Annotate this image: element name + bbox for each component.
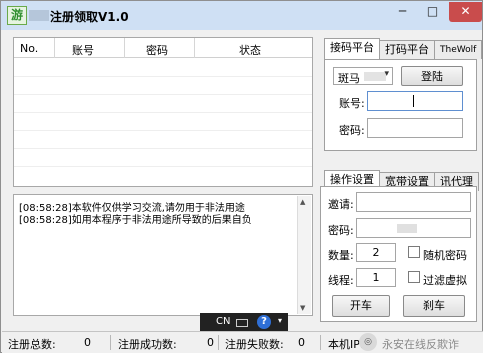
accounts-table[interactable]: No. 账号 密码 状态 (13, 37, 313, 187)
status-divider (110, 335, 111, 350)
col-status[interactable]: 状态 (239, 42, 261, 58)
filter-virtual-label: 过滤虚拟 (423, 274, 467, 287)
ime-lang[interactable]: CN (216, 316, 230, 327)
total-label: 注册总数: (8, 338, 56, 351)
table-row (14, 166, 312, 167)
minimize-icon[interactable]: ─ (389, 2, 416, 22)
keyboard-icon[interactable] (236, 319, 248, 327)
account-label: 账号: (339, 97, 365, 110)
invite-label: 邀请: (328, 198, 354, 211)
table-row (14, 130, 312, 131)
tab-thewolf[interactable]: TheWolf (434, 40, 483, 59)
status-bar: 注册总数: 0 注册成功数: 0 注册失败数: 0 本机IP: ◎ 永安在线反欺… (2, 331, 483, 353)
tab-sms-platform[interactable]: 接码平台 (324, 38, 380, 59)
log-scrollbar[interactable]: ▲ ▼ (297, 196, 311, 314)
settings-password-input[interactable] (356, 218, 471, 238)
provider-redacted (364, 72, 386, 81)
total-value: 0 (84, 336, 91, 349)
close-icon[interactable]: ✕ (449, 2, 482, 22)
platform-password-input[interactable] (367, 118, 463, 138)
login-button[interactable]: 登陆 (401, 66, 463, 86)
platform-panel: 斑马 ▾ 登陆 账号: 密码: (324, 59, 477, 151)
col-divider (54, 38, 55, 58)
ime-menu-icon[interactable]: ▾ (278, 316, 282, 325)
app-icon: 游 (7, 6, 27, 25)
account-input[interactable] (367, 91, 463, 111)
col-no[interactable]: No. (20, 42, 38, 55)
log-box[interactable]: [08:58:28]本软件仅供学习交流,请勿用于非法用途 [08:58:28]如… (13, 194, 313, 316)
password-redacted (397, 224, 417, 233)
provider-value: 斑马 (338, 72, 360, 85)
table-row (14, 76, 312, 77)
window-title: 注册领取V1.0 (50, 10, 129, 24)
success-value: 0 (207, 336, 214, 349)
col-account[interactable]: 账号 (72, 42, 94, 58)
scroll-down-icon[interactable]: ▼ (300, 304, 305, 312)
platform-password-label: 密码: (339, 124, 365, 137)
status-divider (218, 335, 219, 350)
stop-button[interactable]: 刹车 (403, 295, 465, 317)
table-row (14, 148, 312, 149)
filter-virtual-checkbox[interactable] (408, 271, 420, 283)
tab-captcha-platform[interactable]: 打码平台 (379, 40, 435, 59)
fail-label: 注册失败数: (225, 338, 284, 351)
start-button[interactable]: 开车 (332, 295, 390, 317)
settings-panel: 邀请: 密码: 数量: 2 随机密码 线程: 1 过滤虚拟 开车 刹车 (320, 186, 477, 322)
random-password-label: 随机密码 (423, 249, 467, 262)
table-row (14, 112, 312, 113)
col-password[interactable]: 密码 (146, 42, 168, 58)
random-password-checkbox[interactable] (408, 246, 420, 258)
app-window: 游 注册领取V1.0 ─ □ ✕ No. 账号 密码 状态 [08:58:28]… (0, 0, 483, 353)
chevron-down-icon: ▾ (384, 69, 389, 79)
col-divider (194, 38, 195, 58)
watermark-logo-icon: ◎ (359, 333, 377, 351)
settings-password-label: 密码: (328, 224, 354, 237)
invite-input[interactable] (356, 192, 471, 212)
status-divider (320, 335, 321, 350)
watermark-text: 永安在线反欺诈 (382, 338, 459, 351)
threads-input[interactable]: 1 (356, 268, 396, 287)
threads-label: 线程: (328, 274, 354, 287)
title-bar[interactable]: 游 注册领取V1.0 ─ □ ✕ (1, 1, 482, 30)
title-redacted (29, 10, 49, 21)
platform-tabs: 接码平台 打码平台 TheWolf (324, 38, 483, 59)
col-divider (124, 38, 125, 58)
maximize-icon[interactable]: □ (419, 2, 446, 22)
table-header: No. 账号 密码 状态 (14, 38, 312, 58)
provider-select[interactable]: 斑马 ▾ (333, 67, 393, 85)
scroll-up-icon[interactable]: ▲ (300, 198, 305, 206)
ime-toolbar[interactable]: CN ? ▾ (200, 313, 288, 332)
log-line: [08:58:28]如用本程序于非法用途所导致的后果自负 (19, 215, 252, 226)
count-label: 数量: (328, 249, 354, 262)
help-icon[interactable]: ? (257, 315, 271, 329)
count-input[interactable]: 2 (356, 243, 396, 262)
text-cursor (413, 95, 414, 107)
fail-value: 0 (298, 336, 305, 349)
table-row (14, 94, 312, 95)
success-label: 注册成功数: (118, 338, 177, 351)
